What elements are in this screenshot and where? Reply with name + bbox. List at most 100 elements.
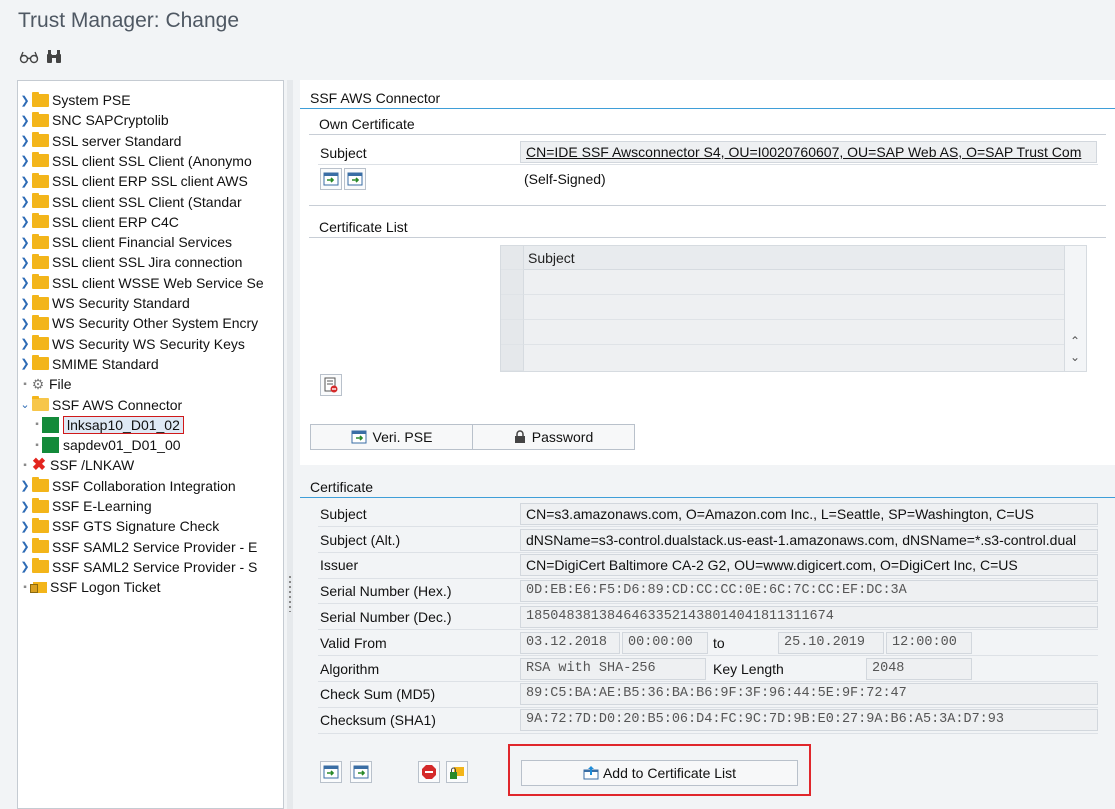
tree-item-label: SSF Collaboration Integration bbox=[52, 477, 236, 494]
expand-arrow-icon[interactable]: ❯ bbox=[20, 256, 30, 269]
expand-arrow-icon[interactable]: ❯ bbox=[20, 175, 30, 188]
serial-hex-field[interactable]: 0D:EB:E6:F5:D6:89:CD:CC:CC:0E:6C:7C:CC:E… bbox=[520, 580, 1098, 602]
folder-icon bbox=[32, 538, 49, 554]
tree-item[interactable]: ▪ lnksap10_D01_02 bbox=[18, 415, 184, 435]
export-cert-button[interactable] bbox=[344, 168, 366, 190]
remove-cert-button[interactable] bbox=[320, 374, 342, 396]
tree-item[interactable]: ❯ SSL server Standard bbox=[18, 131, 181, 151]
serial-dec-field[interactable]: 18504838138464633521438014041811311674 bbox=[520, 606, 1098, 628]
tree-item-label: SNC SAPCryptolib bbox=[52, 112, 169, 129]
key-length-label: Key Length bbox=[713, 661, 784, 677]
panel-splitter[interactable] bbox=[287, 80, 293, 809]
cert-issuer-field[interactable]: CN=DigiCert Baltimore CA-2 G2, OU=www.di… bbox=[520, 554, 1098, 576]
valid-from-time-field[interactable]: 00:00:00 bbox=[622, 632, 708, 654]
expand-arrow-icon[interactable]: ❯ bbox=[20, 236, 30, 249]
column-header-subject[interactable]: Subject bbox=[524, 246, 1065, 270]
expand-arrow-icon[interactable]: ❯ bbox=[20, 215, 30, 228]
lock-folder-icon[interactable] bbox=[446, 761, 468, 783]
tree-item[interactable]: ❯ System PSE bbox=[18, 90, 131, 110]
cert-list-table[interactable]: Subject ⌃ ⌄ bbox=[500, 245, 1087, 372]
expand-arrow-icon[interactable]: ❯ bbox=[20, 134, 30, 147]
expand-arrow-icon[interactable]: ❯ bbox=[20, 276, 30, 289]
folder-icon bbox=[32, 132, 49, 148]
collapse-arrow-icon[interactable]: ⌄ bbox=[20, 398, 30, 411]
expand-arrow-icon[interactable]: ❯ bbox=[20, 154, 30, 167]
tree-item[interactable]: ▪ ✖ SSF /LNKAW bbox=[18, 455, 134, 475]
expand-arrow-icon[interactable]: ❯ bbox=[20, 94, 30, 107]
find-binoculars-icon[interactable] bbox=[43, 46, 65, 68]
certificate-icon bbox=[42, 416, 59, 433]
folder-icon bbox=[32, 558, 49, 574]
tree-item[interactable]: ▪ SSF Logon Ticket bbox=[18, 577, 160, 597]
tree-item[interactable]: ❯ SSL client ERP C4C bbox=[18, 212, 179, 232]
expand-arrow-icon[interactable]: ❯ bbox=[20, 357, 30, 370]
valid-to-time-field[interactable]: 12:00:00 bbox=[886, 632, 972, 654]
expand-arrow-icon[interactable]: ❯ bbox=[20, 479, 30, 492]
expand-arrow-icon[interactable]: ❯ bbox=[20, 297, 30, 310]
tree-item[interactable]: ❯ SSF SAML2 Service Provider - E bbox=[18, 537, 257, 557]
expand-arrow-icon[interactable]: ❯ bbox=[20, 520, 30, 533]
folder-icon bbox=[32, 152, 49, 168]
own-subject-field[interactable]: CN=IDE SSF Awsconnector S4, OU=I00207606… bbox=[520, 141, 1097, 163]
tree-item[interactable]: ▪ sapdev01_D01_00 bbox=[18, 435, 181, 455]
table-row[interactable] bbox=[524, 270, 1065, 295]
folder-icon bbox=[32, 193, 49, 208]
scroll-up-icon[interactable]: ⌃ bbox=[1070, 334, 1080, 348]
cert-subject-alt-field[interactable]: dNSName=s3-control.dualstack.us-east-1.a… bbox=[520, 529, 1098, 551]
expand-arrow-icon[interactable]: ❯ bbox=[20, 540, 30, 553]
own-subject-label: Subject bbox=[320, 145, 367, 161]
valid-to-date-field[interactable]: 25.10.2019 bbox=[778, 632, 884, 654]
tree-item[interactable]: ❯ SSL client WSSE Web Service Se bbox=[18, 273, 264, 293]
pse-group-title: SSF AWS Connector bbox=[300, 87, 1115, 109]
expand-arrow-icon[interactable]: ❯ bbox=[20, 337, 30, 350]
folder-icon bbox=[32, 335, 49, 351]
table-row[interactable] bbox=[524, 295, 1065, 320]
tree-item[interactable]: ❯ SSL client SSL Client (Anonymo bbox=[18, 151, 252, 171]
tree-item-label: SMIME Standard bbox=[52, 355, 159, 372]
tree-item[interactable]: ❯ WS Security Other System Encry bbox=[18, 313, 258, 333]
import-cert-button[interactable] bbox=[320, 168, 342, 190]
cert-subject-field[interactable]: CN=s3.amazonaws.com, O=Amazon.com Inc., … bbox=[520, 503, 1098, 525]
tree-item[interactable]: ❯ SSF Collaboration Integration bbox=[18, 476, 236, 496]
valid-to-label: to bbox=[713, 635, 725, 651]
table-scrollbar[interactable]: ⌃ ⌄ bbox=[1064, 246, 1086, 371]
expand-arrow-icon[interactable]: ❯ bbox=[20, 317, 30, 330]
md5-field[interactable]: 89:C5:BA:AE:B5:36:BA:B6:9F:3F:96:44:5E:9… bbox=[520, 683, 1098, 705]
tree-item[interactable]: ❯ SSF GTS Signature Check bbox=[18, 516, 219, 536]
import-certificate-button[interactable] bbox=[320, 761, 342, 783]
tree-item[interactable]: ❯ WS Security WS Security Keys bbox=[18, 334, 245, 354]
table-row[interactable] bbox=[524, 320, 1065, 345]
veri-pse-button[interactable]: Veri. PSE bbox=[310, 424, 473, 450]
display-change-glasses-icon[interactable] bbox=[18, 46, 40, 68]
tree-item[interactable]: ▪ ⚙ File bbox=[18, 374, 71, 394]
expand-arrow-icon[interactable]: ❯ bbox=[20, 500, 30, 513]
tree-item[interactable]: ❯ SMIME Standard bbox=[18, 354, 159, 374]
sha1-field[interactable]: 9A:72:7D:D0:20:B5:06:D4:FC:9C:7D:9B:E0:2… bbox=[520, 709, 1098, 731]
toolbar bbox=[0, 40, 1115, 74]
tree-item[interactable]: ❯ SSL client ERP SSL client AWS bbox=[18, 171, 248, 191]
folder-icon bbox=[32, 274, 49, 290]
scroll-down-icon[interactable]: ⌄ bbox=[1070, 350, 1080, 364]
expand-arrow-icon[interactable]: ❯ bbox=[20, 114, 30, 127]
password-button[interactable]: Password bbox=[472, 424, 635, 450]
tree-bullet: ▪ bbox=[23, 378, 27, 390]
stop-icon[interactable] bbox=[418, 761, 440, 783]
tree-item[interactable]: ❯ SSL client Financial Services bbox=[18, 232, 232, 252]
algorithm-field[interactable]: RSA with SHA-256 bbox=[520, 658, 706, 680]
tree-item-label: SSF AWS Connector bbox=[52, 396, 183, 413]
table-row[interactable] bbox=[524, 345, 1065, 371]
self-signed-label: (Self-Signed) bbox=[524, 171, 606, 187]
tree-item[interactable]: ❯ SSL client SSL Jira connection bbox=[18, 252, 242, 272]
tree-item[interactable]: ⌄ SSF AWS Connector bbox=[18, 395, 182, 415]
tree-item[interactable]: ❯ SSF E-Learning bbox=[18, 496, 152, 516]
valid-from-date-field[interactable]: 03.12.2018 bbox=[520, 632, 620, 654]
expand-arrow-icon[interactable]: ❯ bbox=[20, 560, 30, 573]
export-certificate-button[interactable] bbox=[350, 761, 372, 783]
tree-item[interactable]: ❯ SSF SAML2 Service Provider - S bbox=[18, 557, 257, 577]
tree-item[interactable]: ❯ SNC SAPCryptolib bbox=[18, 110, 169, 130]
tree-item[interactable]: ❯ WS Security Standard bbox=[18, 293, 190, 313]
tree-item[interactable]: ❯ SSL client SSL Client (Standar bbox=[18, 192, 242, 212]
expand-arrow-icon[interactable]: ❯ bbox=[20, 195, 30, 208]
key-length-field[interactable]: 2048 bbox=[866, 658, 972, 680]
folder-icon bbox=[32, 294, 49, 310]
